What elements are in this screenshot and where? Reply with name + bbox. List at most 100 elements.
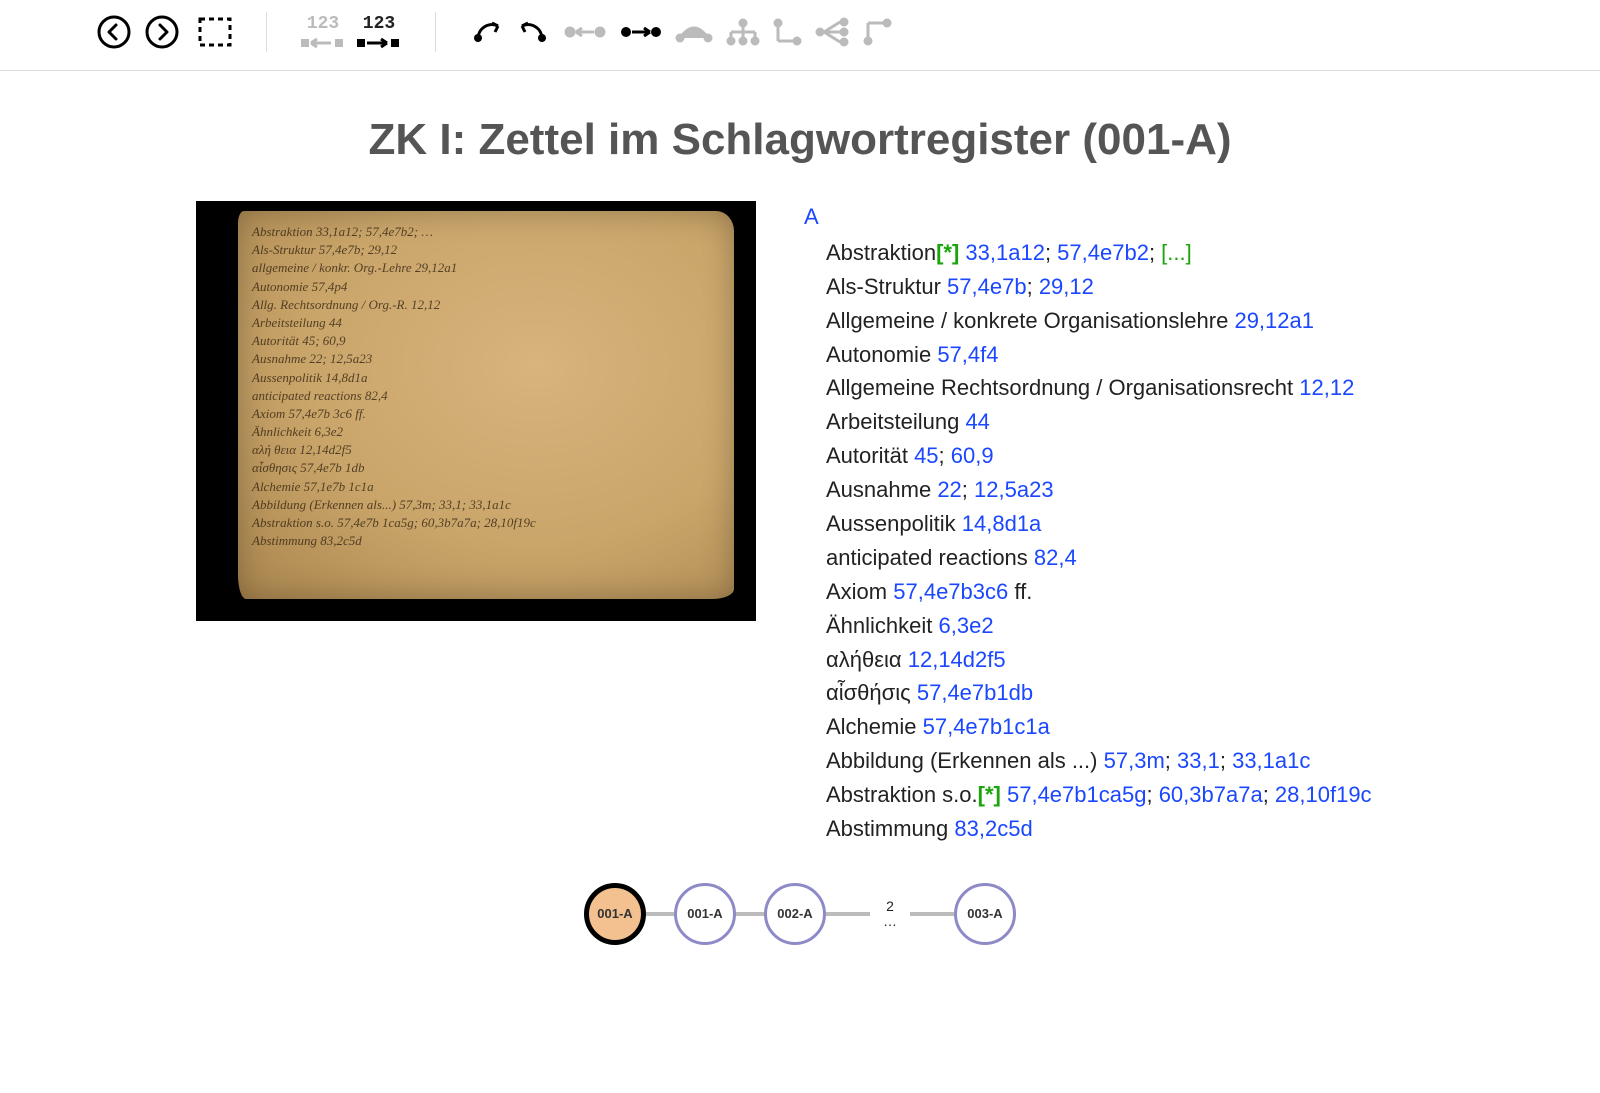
nav-gap-count: 2: [870, 899, 910, 914]
separator: ;: [1165, 748, 1177, 773]
nav-gap-ellipsis: …: [870, 914, 910, 929]
index-entry: Abstraktion s.o.[*] 57,4e7b1ca5g; 60,3b7…: [826, 779, 1404, 811]
index-entry: Ausnahme 22; 12,5a23: [826, 474, 1404, 506]
ref-link[interactable]: 22: [937, 477, 961, 502]
scan-image[interactable]: Abstraktion 33,1a12; 57,4e7b2; …Als-Stru…: [196, 201, 756, 621]
index-entry: Autonomie 57,4f4: [826, 339, 1404, 371]
index-letter: A: [804, 201, 1404, 233]
index-entry: Allgemeine / konkrete Organisationslehre…: [826, 305, 1404, 337]
ref-link[interactable]: 82,4: [1034, 545, 1077, 570]
entry-term: Autorität: [826, 443, 908, 468]
separator: ;: [1045, 240, 1057, 265]
entry-term: Abstraktion: [826, 240, 936, 265]
ref-link[interactable]: 33,1a12: [965, 240, 1045, 265]
index-panel: A Abstraktion[*] 33,1a12; 57,4e7b2; [...…: [804, 201, 1404, 847]
numbering-mode-left[interactable]: 123: [301, 14, 345, 50]
ref-link[interactable]: 57,4e7b2: [1057, 240, 1149, 265]
ref-link[interactable]: 29,12a1: [1234, 308, 1314, 333]
scan-handwriting: Abstraktion 33,1a12; 57,4e7b2; …Als-Stru…: [252, 223, 720, 587]
entry-term: Abbildung (Erkennen als ...): [826, 748, 1098, 773]
ref-link[interactable]: 44: [965, 409, 989, 434]
ref-link[interactable]: 12,12: [1299, 375, 1354, 400]
index-entry: Abstimmung 83,2c5d: [826, 813, 1404, 845]
ref-link[interactable]: 57,4e7b1db: [917, 680, 1033, 705]
ref-link[interactable]: 28,10f19c: [1275, 782, 1372, 807]
index-entry: αλήθεια 12,14d2f5: [826, 644, 1404, 676]
scan-paper: Abstraktion 33,1a12; 57,4e7b2; …Als-Stru…: [238, 211, 734, 599]
separator: ;: [1149, 240, 1161, 265]
entry-term: Arbeitsteilung: [826, 409, 959, 434]
entry-term: Ähnlichkeit: [826, 613, 932, 638]
ref-link[interactable]: 57,4e7b3c6: [893, 579, 1008, 604]
entry-term: Als-Struktur: [826, 274, 941, 299]
index-entry: Arbeitsteilung 44: [826, 406, 1404, 438]
entry-term: Autonomie: [826, 342, 931, 367]
branch-up-icon[interactable]: [862, 17, 892, 47]
separator: ;: [1146, 782, 1158, 807]
arc-forward-icon[interactable]: [516, 18, 550, 46]
entry-term: Axiom: [826, 579, 887, 604]
ref-link[interactable]: 60,3b7a7a: [1159, 782, 1263, 807]
index-entry: Abbildung (Erkennen als ...) 57,3m; 33,1…: [826, 745, 1404, 777]
entry-term: anticipated reactions: [826, 545, 1028, 570]
branch-down-icon[interactable]: [772, 17, 802, 47]
nav-node[interactable]: 003-A: [954, 883, 1016, 945]
arc-back-icon[interactable]: [470, 18, 504, 46]
entry-term: Alchemie: [826, 714, 916, 739]
ref-link[interactable]: 60,9: [951, 443, 994, 468]
index-entry: Alchemie 57,4e7b1c1a: [826, 711, 1404, 743]
entry-term: Ausnahme: [826, 477, 931, 502]
nav-node[interactable]: 002-A: [764, 883, 826, 945]
nav-edge: [646, 912, 674, 916]
ref-link[interactable]: 29,12: [1039, 274, 1094, 299]
ref-link[interactable]: 14,8d1a: [962, 511, 1042, 536]
index-entry: Axiom 57,4e7b3c6 ff.: [826, 576, 1404, 608]
ellipsis-marker[interactable]: [...]: [1161, 240, 1192, 265]
index-entry: Autorität 45; 60,9: [826, 440, 1404, 472]
tree-icon[interactable]: [726, 18, 760, 46]
entry-term: αἶσθήσις: [826, 680, 911, 705]
link-next-icon[interactable]: [618, 23, 662, 41]
ref-link[interactable]: 57,4e7b1ca5g: [1007, 782, 1146, 807]
toolbar: 123 123: [0, 0, 1600, 71]
bridge-icon[interactable]: [674, 20, 714, 44]
entry-term: Aussenpolitik: [826, 511, 956, 536]
divider: [435, 12, 436, 52]
ref-link[interactable]: 12,14d2f5: [908, 647, 1006, 672]
ref-link[interactable]: 33,1: [1177, 748, 1220, 773]
ref-link[interactable]: 57,3m: [1104, 748, 1165, 773]
marquee-select-icon[interactable]: [198, 17, 232, 47]
nav-node-current[interactable]: 001-A: [584, 883, 646, 945]
ref-link[interactable]: 57,4e7b1c1a: [923, 714, 1050, 739]
sequence-nav: 001-A 001-A 002-A 2 … 003-A: [196, 883, 1404, 945]
ref-link[interactable]: 45: [914, 443, 938, 468]
entry-term: Abstimmung: [826, 816, 948, 841]
relation-tools: [470, 17, 892, 47]
nav-gap: 2 …: [870, 899, 910, 930]
index-entry: Als-Struktur 57,4e7b; 29,12: [826, 271, 1404, 303]
nav-edge: [910, 912, 954, 916]
nav-arrows: [96, 14, 232, 50]
index-entry: αἶσθήσις 57,4e7b1db: [826, 677, 1404, 709]
index-entry: Abstraktion[*] 33,1a12; 57,4e7b2; [...]: [826, 237, 1404, 269]
entry-suffix: ff.: [1008, 579, 1032, 604]
fan-out-icon[interactable]: [814, 17, 850, 47]
ref-link[interactable]: 33,1a1c: [1232, 748, 1310, 773]
separator: ;: [962, 477, 974, 502]
ref-link[interactable]: 83,2c5d: [954, 816, 1032, 841]
link-prev-dim-icon[interactable]: [562, 23, 606, 41]
ref-link[interactable]: 12,5a23: [974, 477, 1054, 502]
next-button[interactable]: [144, 14, 180, 50]
separator: ;: [1027, 274, 1039, 299]
ref-link[interactable]: 57,4e7b: [947, 274, 1027, 299]
star-marker: [*]: [936, 240, 959, 265]
nav-node[interactable]: 001-A: [674, 883, 736, 945]
numbering-mode-right[interactable]: 123: [357, 14, 401, 50]
ref-link[interactable]: 6,3e2: [939, 613, 994, 638]
ref-link[interactable]: 57,4f4: [937, 342, 998, 367]
prev-button[interactable]: [96, 14, 132, 50]
index-entry: anticipated reactions 82,4: [826, 542, 1404, 574]
index-entry: Allgemeine Rechtsordnung / Organisations…: [826, 372, 1404, 404]
index-entry: Aussenpolitik 14,8d1a: [826, 508, 1404, 540]
page-title: ZK I: Zettel im Schlagwortregister (001-…: [196, 115, 1404, 165]
